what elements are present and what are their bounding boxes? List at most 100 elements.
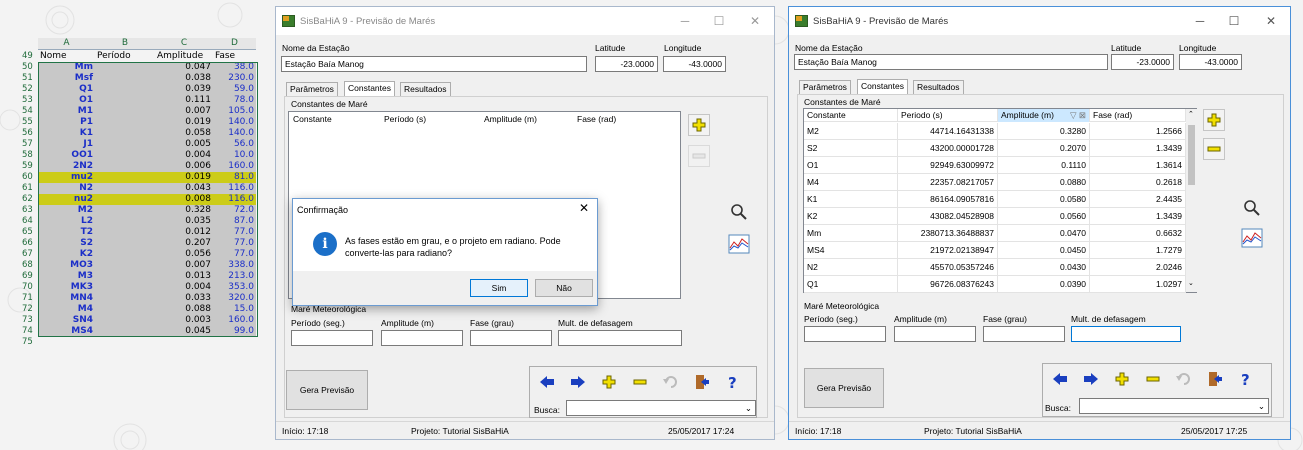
sheet-cell[interactable]: 77.0 (213, 227, 256, 238)
grid-cell[interactable]: 44714.16431338 (898, 123, 998, 140)
grid-cell[interactable]: 43082.04528908 (898, 208, 998, 225)
remove-constant-button[interactable] (1203, 138, 1225, 160)
sheet-cell[interactable]: T2 (38, 227, 95, 238)
sheet-cell[interactable] (95, 194, 155, 205)
col-constante[interactable]: Constante (293, 114, 332, 124)
sheet-row[interactable]: M2 0.328 72.0 (38, 205, 256, 216)
col-header-b[interactable]: B (95, 38, 155, 50)
row-number[interactable]: 72 (20, 304, 38, 315)
sheet-cell[interactable] (95, 326, 155, 337)
minimize-icon[interactable]: ─ (674, 12, 696, 30)
sheet-row[interactable]: S2 0.207 77.0 (38, 238, 256, 249)
maximize-icon[interactable]: ☐ (708, 12, 730, 30)
sheet-cell[interactable]: 0.012 (155, 227, 213, 238)
remove-constant-button[interactable] (688, 145, 710, 167)
add-record-button[interactable] (598, 371, 620, 393)
gera-previsao-button[interactable]: Gera Previsão (804, 368, 884, 408)
row-number[interactable]: 63 (20, 205, 38, 216)
busca-select[interactable]: ⌄ (566, 400, 756, 416)
filter-sort-icon[interactable]: ▽ ⊠ (1070, 109, 1086, 122)
row-number[interactable]: 49 (20, 51, 38, 62)
met-amplitude-input[interactable] (894, 326, 976, 342)
sheet-cell[interactable]: 140.0 (213, 117, 256, 128)
grid-row[interactable]: O1 92949.63009972 0.1110 1.3614 (804, 157, 1186, 174)
exit-button[interactable] (1204, 368, 1226, 390)
sheet-cell[interactable]: K1 (38, 128, 95, 139)
grid-row[interactable]: K1 86164.09057816 0.0580 2.4435 (804, 191, 1186, 208)
add-constant-button[interactable] (688, 114, 710, 136)
grid-cell[interactable]: 1.3439 (1090, 208, 1186, 225)
sheet-cell[interactable]: 0.038 (155, 73, 213, 84)
grid-cell[interactable]: 86164.09057816 (898, 191, 998, 208)
title-bar[interactable]: SisBaHiA 9 - Previsão de Marés ─ ☐ ✕ (276, 7, 774, 35)
sheet-cell[interactable]: 0.111 (155, 95, 213, 106)
sheet-cell[interactable]: MN4 (38, 293, 95, 304)
sheet-row[interactable]: Q1 0.039 59.0 (38, 84, 256, 95)
row-number[interactable]: 66 (20, 238, 38, 249)
row-number[interactable]: 65 (20, 227, 38, 238)
sheet-cell[interactable]: N2 (38, 183, 95, 194)
met-fase-input[interactable] (470, 330, 552, 346)
help-button[interactable]: ? (722, 371, 744, 393)
grid-row[interactable]: M4 22357.08217057 0.0880 0.2618 (804, 174, 1186, 191)
grid-cell[interactable]: 0.6632 (1090, 225, 1186, 242)
row-number[interactable]: 58 (20, 150, 38, 161)
grid-cell[interactable]: 1.0297 (1090, 276, 1186, 293)
row-number[interactable]: 57 (20, 139, 38, 150)
col-periodo[interactable]: Período (s) (384, 114, 426, 124)
sheet-cell[interactable]: Mm (38, 62, 95, 73)
grid-cell[interactable]: 0.1110 (998, 157, 1090, 174)
grid-cell[interactable]: 43200.00001728 (898, 140, 998, 157)
sheet-cell[interactable]: 0.035 (155, 216, 213, 227)
sheet-cell[interactable]: MK3 (38, 282, 95, 293)
sheet-cell[interactable]: 0.013 (155, 271, 213, 282)
sheet-cell[interactable] (95, 150, 155, 161)
sheet-cell[interactable]: 38.0 (213, 62, 256, 73)
grid-cell[interactable]: 0.0450 (998, 242, 1090, 259)
grid-cell[interactable]: 2.0246 (1090, 259, 1186, 276)
sheet-cell[interactable]: Amplitude (155, 51, 213, 62)
sheet-cell[interactable]: 0.033 (155, 293, 213, 304)
col-amplitude[interactable]: Amplitude (m) (484, 114, 537, 124)
sheet-row[interactable]: N2 0.043 116.0 (38, 183, 256, 194)
sheet-cell[interactable]: 77.0 (213, 249, 256, 260)
sheet-cell[interactable] (95, 117, 155, 128)
sheet-cell[interactable]: 0.058 (155, 128, 213, 139)
sheet-row[interactable]: Mm 0.047 38.0 (38, 62, 256, 73)
sheet-cell[interactable] (95, 106, 155, 117)
remove-record-button[interactable] (1142, 368, 1164, 390)
sheet-cell[interactable] (95, 216, 155, 227)
grid-cell[interactable]: K1 (804, 191, 898, 208)
sheet-cell[interactable]: 0.008 (155, 194, 213, 205)
sheet-cell[interactable] (95, 128, 155, 139)
grid-cell[interactable]: 0.0880 (998, 174, 1090, 191)
search-button[interactable] (1241, 197, 1263, 219)
row-number[interactable]: 67 (20, 249, 38, 260)
sheet-cell[interactable]: mu2 (38, 172, 95, 183)
met-mult-input[interactable] (558, 330, 682, 346)
row-number[interactable]: 75 (20, 337, 38, 348)
sheet-row[interactable]: P1 0.019 140.0 (38, 117, 256, 128)
sheet-cell[interactable]: 0.019 (155, 117, 213, 128)
sheet-cell[interactable]: 15.0 (213, 304, 256, 315)
help-button[interactable]: ? (1235, 368, 1257, 390)
row-number[interactable]: 64 (20, 216, 38, 227)
row-number[interactable]: 59 (20, 161, 38, 172)
sheet-cell[interactable]: 116.0 (213, 194, 256, 205)
sheet-cell[interactable]: 338.0 (213, 260, 256, 271)
row-number[interactable]: 61 (20, 183, 38, 194)
row-number[interactable]: 73 (20, 315, 38, 326)
sheet-row[interactable]: nu2 0.008 116.0 (38, 194, 256, 205)
sheet-cell[interactable]: J1 (38, 139, 95, 150)
sheet-row[interactable]: M1 0.007 105.0 (38, 106, 256, 117)
tab-resultados[interactable]: Resultados (913, 80, 964, 94)
row-number[interactable]: 55 (20, 117, 38, 128)
sheet-cell[interactable] (95, 161, 155, 172)
sheet-cell[interactable]: 353.0 (213, 282, 256, 293)
search-button[interactable] (728, 201, 750, 223)
grid-cell[interactable]: N2 (804, 259, 898, 276)
sheet-row[interactable]: mu2 0.019 81.0 (38, 172, 256, 183)
scroll-thumb[interactable] (1188, 125, 1195, 185)
next-button[interactable] (1080, 368, 1102, 390)
grid-cell[interactable]: 0.2618 (1090, 174, 1186, 191)
